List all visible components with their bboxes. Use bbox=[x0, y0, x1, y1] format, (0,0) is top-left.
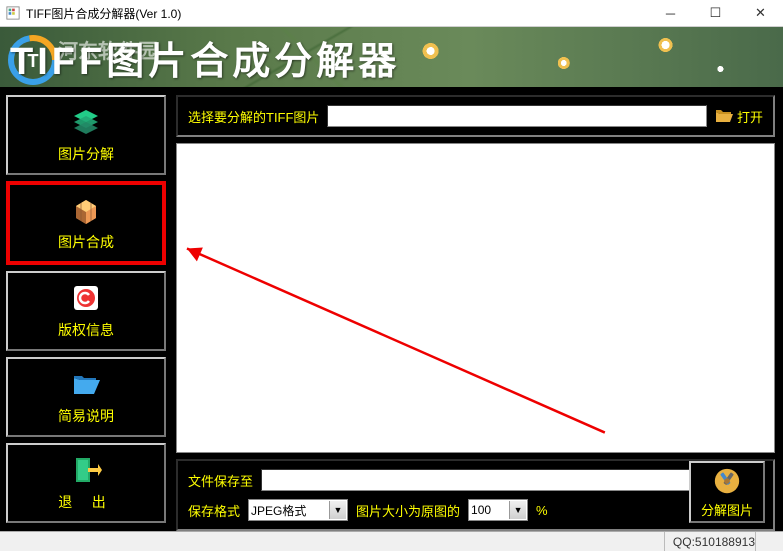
save-to-label: 文件保存至 bbox=[188, 471, 253, 490]
tools-icon bbox=[712, 466, 742, 496]
copyright-icon bbox=[70, 282, 102, 314]
tiff-path-input[interactable] bbox=[327, 105, 707, 127]
format-select[interactable]: JPEG格式 ▼ bbox=[248, 499, 348, 521]
folder-icon bbox=[715, 109, 733, 123]
banner-title: TIFF图片合成分解器 bbox=[10, 30, 400, 85]
content: 选择要分解的TIFF图片 打开 文件保存至 目录 bbox=[172, 87, 783, 531]
select-file-label: 选择要分解的TIFF图片 bbox=[188, 107, 319, 126]
save-path-input[interactable] bbox=[261, 469, 709, 491]
maximize-button[interactable]: ☐ bbox=[693, 0, 738, 27]
percent-label: % bbox=[536, 503, 548, 518]
sidebar-item-label: 退 出 bbox=[58, 492, 114, 512]
window-controls: ─ ☐ ✕ bbox=[648, 0, 783, 27]
open-button[interactable]: 打开 bbox=[715, 107, 763, 126]
minimize-button[interactable]: ─ bbox=[648, 0, 693, 27]
open-label: 打开 bbox=[737, 107, 763, 126]
sidebar-item-label: 简易说明 bbox=[58, 406, 114, 426]
folder-open-icon bbox=[70, 368, 102, 400]
exit-icon bbox=[70, 454, 102, 486]
chevron-down-icon: ▼ bbox=[329, 501, 346, 519]
decompose-button[interactable]: 分解图片 bbox=[689, 461, 765, 523]
status-qq: QQ:510188913 bbox=[664, 532, 755, 551]
close-button[interactable]: ✕ bbox=[738, 0, 783, 27]
size-label: 图片大小为原图的 bbox=[356, 501, 460, 520]
sidebar-item-label: 图片分解 bbox=[58, 144, 114, 164]
format-value: JPEG格式 bbox=[251, 502, 306, 519]
banner: T 河东软件园 TIFF图片合成分解器 bbox=[0, 27, 783, 87]
titlebar: TIFF图片合成分解器(Ver 1.0) ─ ☐ ✕ bbox=[0, 0, 783, 27]
sidebar-item-decompose[interactable]: 图片分解 bbox=[6, 95, 166, 175]
sidebar-item-compose[interactable]: 图片合成 bbox=[6, 181, 166, 265]
sidebar-item-exit[interactable]: 退 出 bbox=[6, 443, 166, 523]
preview-area bbox=[176, 143, 775, 453]
size-value: 100 bbox=[471, 503, 491, 517]
main-area: 图片分解 图片合成 版权信息 简易说明 退 出 bbox=[0, 87, 783, 531]
output-panel: 文件保存至 目录 分解图片 保存格式 bbox=[176, 459, 775, 531]
sidebar-item-label: 图片合成 bbox=[58, 232, 114, 252]
decompose-label: 分解图片 bbox=[701, 500, 753, 519]
input-panel: 选择要分解的TIFF图片 打开 bbox=[176, 95, 775, 137]
window-title: TIFF图片合成分解器(Ver 1.0) bbox=[26, 5, 648, 22]
layers-icon bbox=[70, 106, 102, 138]
size-select[interactable]: 100 ▼ bbox=[468, 499, 528, 521]
chevron-down-icon: ▼ bbox=[509, 501, 526, 519]
annotation-arrow bbox=[177, 144, 774, 443]
sidebar-item-copyright[interactable]: 版权信息 bbox=[6, 271, 166, 351]
sidebar-item-label: 版权信息 bbox=[58, 320, 114, 340]
statusbar: QQ:510188913 bbox=[0, 531, 783, 551]
sidebar: 图片分解 图片合成 版权信息 简易说明 退 出 bbox=[0, 87, 172, 531]
sidebar-item-help[interactable]: 简易说明 bbox=[6, 357, 166, 437]
format-label: 保存格式 bbox=[188, 501, 240, 520]
cube-icon bbox=[70, 194, 102, 226]
app-icon bbox=[6, 6, 20, 20]
